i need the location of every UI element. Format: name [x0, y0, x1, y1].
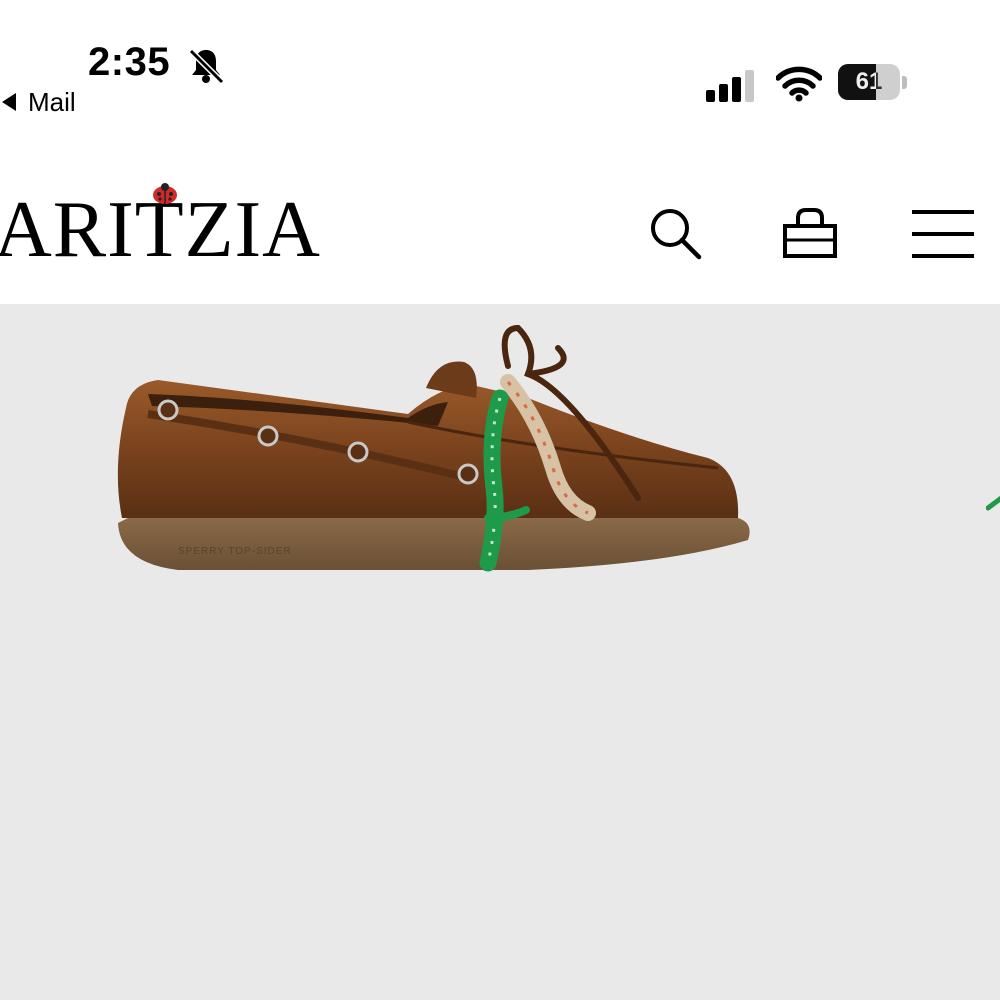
ladybug-icon	[153, 183, 177, 204]
cellular-signal-icon	[706, 70, 754, 102]
back-triangle-icon	[2, 93, 16, 111]
battery-body: 61	[838, 64, 900, 100]
battery-tip	[902, 76, 907, 89]
status-time: 2:35	[88, 40, 171, 84]
battery-percent: 61	[855, 68, 883, 95]
wifi-icon	[776, 66, 822, 102]
sole-brand-text: SPERRY TOP-SIDER	[178, 546, 292, 557]
back-to-mail-button[interactable]: Mail	[0, 86, 76, 118]
back-app-label: Mail	[28, 86, 76, 117]
next-image-lace-peek	[986, 495, 1000, 511]
search-icon[interactable]	[648, 206, 704, 262]
product-hero-image[interactable]: SPERRY TOP-SIDER	[0, 304, 1000, 1000]
shopping-bag-icon[interactable]	[782, 206, 838, 262]
bell-slash-icon	[188, 48, 225, 85]
battery-indicator: 61	[838, 64, 910, 102]
hamburger-menu-icon[interactable]	[910, 208, 976, 260]
site-header: ARITZIA	[0, 130, 1000, 304]
status-bar: 2:35 Mail 61	[0, 0, 1000, 130]
boat-shoe-image: SPERRY TOP-SIDER	[117, 324, 750, 572]
